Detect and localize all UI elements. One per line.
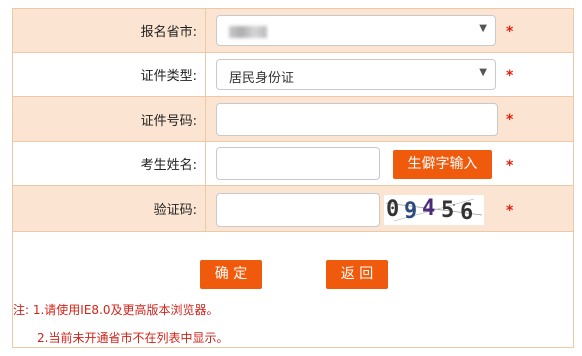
row-region: 报名省市: ▼ *	[13, 9, 573, 53]
rare-char-input-button[interactable]: 生僻字输入	[393, 150, 492, 179]
region-required-marker: *	[506, 24, 514, 40]
dropdown-arrow-icon: ▼	[479, 67, 487, 78]
captcha-char: 9	[404, 199, 418, 224]
captcha-image[interactable]: 0 9 4 5 6	[384, 195, 484, 225]
captcha-char: 5	[441, 198, 455, 223]
region-select[interactable]: ▼	[216, 15, 496, 46]
row-captcha: 验证码: 0 9 4 5 6 *	[13, 186, 573, 232]
dropdown-arrow-icon: ▼	[479, 23, 487, 34]
region-label: 报名省市:	[13, 9, 206, 52]
region-selected-value	[229, 23, 267, 42]
id-type-select[interactable]: 居民身份证 ▼	[216, 59, 496, 90]
name-required-marker: *	[506, 158, 514, 174]
row-id-type: 证件类型: 居民身份证 ▼ *	[13, 53, 573, 97]
id-number-label: 证件号码:	[13, 97, 206, 141]
name-input[interactable]	[216, 147, 380, 180]
row-id-number: 证件号码: *	[13, 97, 573, 142]
note-line-2: 2.当前未开通省市不在列表中显示。	[37, 331, 229, 345]
note-line-1: 注: 1.请使用IE8.0及更高版本浏览器。	[13, 303, 219, 317]
id-type-required-marker: *	[506, 68, 514, 84]
captcha-char: 6	[460, 200, 474, 225]
row-name: 考生姓名: 生僻字输入 *	[13, 142, 573, 186]
region-redacted-value	[229, 26, 267, 38]
captcha-char: 0	[386, 197, 400, 222]
captcha-input[interactable]	[216, 193, 380, 227]
name-label: 考生姓名:	[13, 142, 206, 185]
captcha-char: 4	[422, 196, 436, 221]
captcha-required-marker: *	[506, 203, 514, 219]
captcha-label: 验证码:	[13, 186, 206, 231]
id-type-selected-value: 居民身份证	[229, 71, 295, 86]
exam-login-form: 报名省市: ▼ * 证件类型: 居民身份证 ▼ * 证件号码: * 考生姓名:	[12, 8, 574, 348]
id-type-label: 证件类型:	[13, 53, 206, 96]
id-number-required-marker: *	[506, 112, 514, 128]
confirm-button[interactable]: 确 定	[200, 260, 262, 289]
back-button[interactable]: 返 回	[326, 260, 388, 289]
id-number-input[interactable]	[216, 103, 498, 136]
